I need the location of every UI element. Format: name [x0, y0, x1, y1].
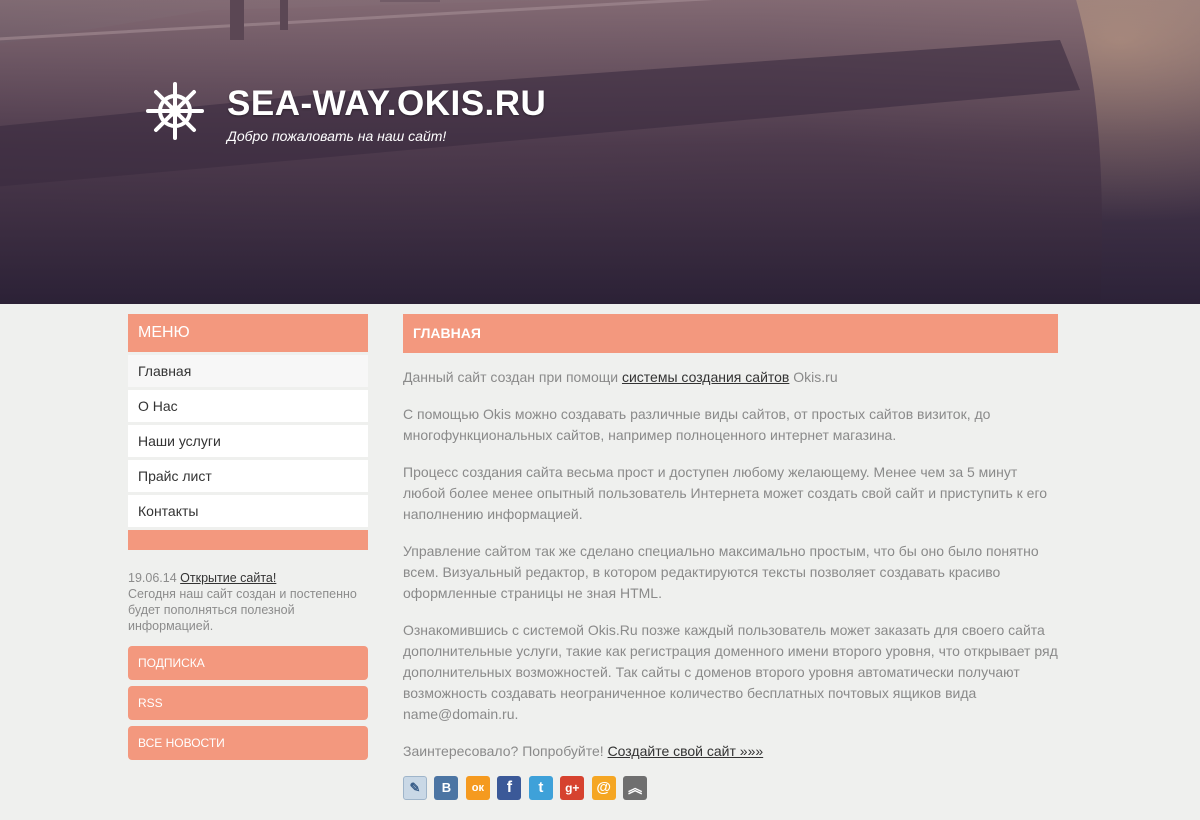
cta-text: Заинтересовало? Попробуйте!: [403, 743, 608, 759]
paragraph-3: Процесс создания сайта весьма прост и до…: [403, 464, 1048, 522]
all-news-button[interactable]: ВСЕ НОВОСТИ: [128, 726, 368, 760]
menu-item-about[interactable]: О Нас: [128, 390, 368, 422]
intro-paragraph: Данный сайт создан при помощи системы со…: [403, 367, 1058, 388]
menu-item-price-list[interactable]: Прайс лист: [128, 460, 368, 492]
site-title[interactable]: SEA-WAY.OKIS.RU: [227, 84, 546, 124]
news-title-link[interactable]: Открытие сайта!: [180, 571, 276, 585]
menu-item-services[interactable]: Наши услуги: [128, 425, 368, 457]
rss-button[interactable]: RSS: [128, 686, 368, 720]
paragraph-5: Ознакомившись с системой Okis.Ru позже к…: [403, 622, 1058, 722]
mail-ru-icon[interactable]: @: [591, 776, 616, 800]
paragraph-2: С помощью Okis можно создавать различные…: [403, 406, 991, 443]
news-block: 19.06.14 Открытие сайта! Сегодня наш сай…: [128, 570, 368, 634]
main-menu: Главная О Нас Наши услуги Прайс лист Кон…: [128, 355, 368, 527]
site-slogan: Добро пожаловать на наш сайт!: [227, 128, 447, 144]
create-site-link[interactable]: Создайте свой сайт »»»: [608, 743, 764, 759]
site-builder-link[interactable]: системы создания сайтов: [622, 369, 789, 385]
facebook-icon[interactable]: f: [497, 776, 522, 800]
vkontakte-icon[interactable]: В: [434, 776, 459, 800]
twitter-icon[interactable]: t: [528, 776, 553, 800]
sidebar: МЕНЮ Главная О Нас Наши услуги Прайс лис…: [128, 314, 368, 760]
share-buttons: ✎ В ок f t g+ @ ︽: [403, 776, 1058, 800]
menu-footer-bar: [128, 530, 368, 550]
odnoklassniki-icon[interactable]: ок: [465, 776, 490, 800]
subscribe-button[interactable]: ПОДПИСКА: [128, 646, 368, 680]
ship-wheel-icon: [146, 82, 204, 140]
ship-image: [0, 0, 1102, 304]
paragraph-4: Управление сайтом так же сделано специал…: [403, 543, 1039, 601]
surfingbird-icon[interactable]: ︽: [623, 776, 648, 800]
livejournal-icon[interactable]: ✎: [403, 776, 427, 800]
google-plus-icon[interactable]: g+: [560, 776, 585, 800]
page-title: ГЛАВНАЯ: [403, 314, 1058, 353]
menu-item-contacts[interactable]: Контакты: [128, 495, 368, 527]
news-text: Сегодня наш сайт создан и постепенно буд…: [128, 587, 357, 633]
intro-text: Данный сайт создан при помощи: [403, 369, 622, 385]
main-content: ГЛАВНАЯ Данный сайт создан при помощи си…: [403, 314, 1058, 800]
menu-title: МЕНЮ: [128, 314, 368, 352]
header-banner: SEA-WAY.OKIS.RU Добро пожаловать на наш …: [0, 0, 1200, 304]
call-to-action-paragraph: Заинтересовало? Попробуйте! Создайте сво…: [403, 741, 1058, 762]
intro-text-end: Okis.ru: [789, 369, 838, 385]
menu-item-home[interactable]: Главная: [128, 355, 368, 387]
news-date: 19.06.14: [128, 571, 177, 585]
